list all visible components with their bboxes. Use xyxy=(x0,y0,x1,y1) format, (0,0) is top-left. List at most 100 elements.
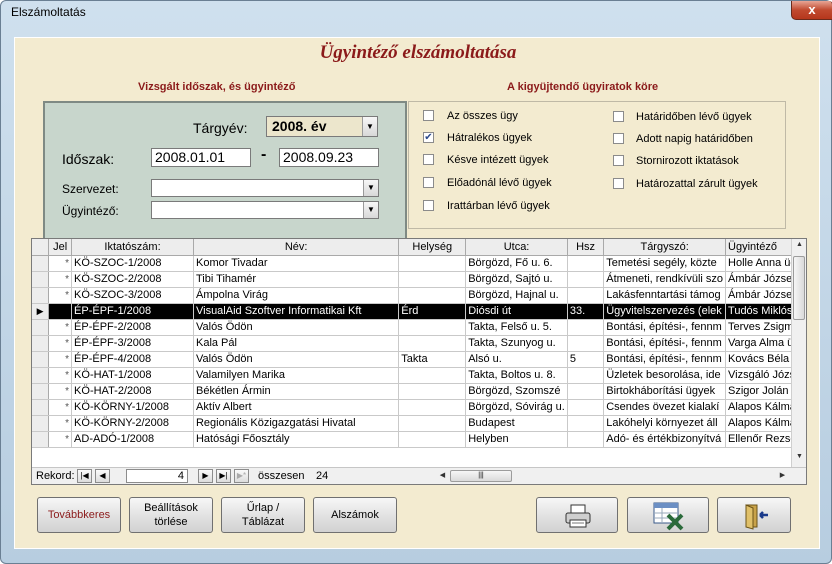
period-to-input[interactable]: 2008.09.23 xyxy=(279,148,379,167)
table-row[interactable]: * KÖ-HAT-1/2008 Valamilyen Marika Takta, Bo… xyxy=(32,367,806,384)
column-header[interactable]: Iktatószám: xyxy=(71,239,194,256)
table-cell[interactable] xyxy=(398,319,467,336)
table-cell[interactable]: Takta, Felső u. 5. xyxy=(465,319,568,336)
table-cell[interactable]: Aktív Albert xyxy=(193,399,400,416)
chevron-down-icon[interactable]: ▼ xyxy=(363,180,378,196)
records-grid[interactable]: Jel Iktatószám: Név: Helység Utca: Hsz T… xyxy=(31,238,807,485)
table-row[interactable]: * KÖ-KÖRNY-1/2008 Aktív Albert Börgözd, Sóv… xyxy=(32,399,806,416)
table-cell[interactable]: Helyben xyxy=(465,431,568,448)
table-row[interactable]: * KÖ-SZOC-3/2008 Ámpolna Virág Börgözd, Haj… xyxy=(32,287,806,304)
row-selector[interactable] xyxy=(32,287,50,304)
table-row[interactable]: * ÉP-ÉPF-2/2008 Valós Ödön Takta, Felső u. … xyxy=(32,319,806,336)
table-cell[interactable]: Valamilyen Marika xyxy=(193,367,400,384)
chevron-down-icon[interactable]: ▼ xyxy=(363,202,378,218)
table-cell[interactable]: Hatósági Főosztály xyxy=(193,431,400,448)
table-cell[interactable]: * xyxy=(48,319,73,336)
table-cell[interactable] xyxy=(398,287,467,304)
checkbox-closed-by-decision[interactable] xyxy=(613,178,624,189)
table-cell[interactable]: Érd xyxy=(398,303,467,320)
close-button[interactable]: x xyxy=(791,1,832,20)
table-cell[interactable]: Temetési segély, közte xyxy=(603,255,727,272)
table-cell[interactable]: 5 xyxy=(567,351,605,368)
year-select[interactable]: 2008. év ▼ xyxy=(266,116,378,137)
table-row[interactable]: ▶ ÉP-ÉPF-1/2008 VisualAid Szoftver Informa… xyxy=(32,303,806,320)
table-cell[interactable]: Bontási, építési-, fennm xyxy=(603,351,727,368)
table-cell[interactable] xyxy=(398,383,467,400)
table-cell[interactable]: Börgözd, Hajnal u. xyxy=(465,287,568,304)
table-cell[interactable] xyxy=(398,335,467,352)
org-select[interactable]: ▼ xyxy=(151,179,379,197)
row-selector[interactable] xyxy=(32,415,50,432)
column-header[interactable]: Utca: xyxy=(465,239,568,256)
table-row[interactable]: * AD-ADÓ-1/2008 Hatósági Főosztály Helyben A… xyxy=(32,431,806,448)
table-cell[interactable]: Börgözd, Sajtó u. xyxy=(465,271,568,288)
table-row[interactable]: * KÖ-SZOC-2/2008 Tibi Tihamér Börgözd, Sajt… xyxy=(32,271,806,288)
checkbox-overdue[interactable]: ✔ xyxy=(423,132,434,143)
row-selector[interactable] xyxy=(32,351,50,368)
table-cell[interactable]: Birtokháborítási ügyek xyxy=(603,383,727,400)
table-cell[interactable]: * xyxy=(48,255,73,272)
last-record-icon[interactable]: ▶| xyxy=(216,469,231,483)
table-cell[interactable]: KÖ-HAT-2/2008 xyxy=(71,383,194,400)
table-cell[interactable]: 33. xyxy=(567,303,605,320)
table-cell[interactable] xyxy=(567,255,605,272)
form-table-button[interactable]: Űrlap / Táblázat xyxy=(221,497,305,533)
table-row[interactable]: * ÉP-ÉPF-4/2008 Valós Ödön Takta Alsó u. 5 Bon… xyxy=(32,351,806,368)
row-selector[interactable] xyxy=(32,319,50,336)
table-cell[interactable] xyxy=(567,431,605,448)
subtotals-button[interactable]: Alszámok xyxy=(313,497,397,533)
table-cell[interactable]: Lakóhelyi környezet áll xyxy=(603,415,727,432)
column-header[interactable]: Helység xyxy=(398,239,467,256)
table-cell[interactable] xyxy=(567,287,605,304)
table-cell[interactable]: KÖ-SZOC-1/2008 xyxy=(71,255,194,272)
table-cell[interactable]: Komor Tivadar xyxy=(193,255,400,272)
reset-settings-button[interactable]: Beállítások törlése xyxy=(129,497,213,533)
table-cell[interactable]: Kala Pál xyxy=(193,335,400,352)
table-row[interactable]: * KÖ-SZOC-1/2008 Komor Tivadar Börgözd, Fő … xyxy=(32,255,806,272)
table-cell[interactable]: Békétlen Ármin xyxy=(193,383,400,400)
row-selector[interactable] xyxy=(32,255,50,272)
new-record-icon[interactable]: ▶* xyxy=(234,469,249,483)
prev-record-icon[interactable]: ◀ xyxy=(95,469,110,483)
table-row[interactable]: * KÖ-HAT-2/2008 Békétlen Ármin Börgözd, Szo… xyxy=(32,383,806,400)
table-cell[interactable]: ÉP-ÉPF-2/2008 xyxy=(71,319,194,336)
checkbox-archived[interactable] xyxy=(423,200,434,211)
checkbox-late[interactable] xyxy=(423,154,434,165)
table-cell[interactable]: ÉP-ÉPF-4/2008 xyxy=(71,351,194,368)
table-row[interactable]: * KÖ-KÖRNY-2/2008 Regionális Közigazgatási… xyxy=(32,415,806,432)
table-cell[interactable]: * xyxy=(48,431,73,448)
table-cell[interactable] xyxy=(48,303,73,320)
checkbox-with-clerk[interactable] xyxy=(423,177,434,188)
table-cell[interactable] xyxy=(567,399,605,416)
table-cell[interactable]: * xyxy=(48,287,73,304)
scroll-up-icon[interactable]: ▲ xyxy=(792,241,806,248)
checkbox-cancelled[interactable] xyxy=(613,155,624,166)
clerk-select[interactable]: ▼ xyxy=(151,201,379,219)
table-cell[interactable]: ÉP-ÉPF-3/2008 xyxy=(71,335,194,352)
table-cell[interactable]: Bontási, építési-, fennm xyxy=(603,319,727,336)
hscroll-thumb[interactable]: ||| xyxy=(450,470,512,482)
table-cell[interactable] xyxy=(398,399,467,416)
row-selector[interactable] xyxy=(32,383,50,400)
row-selector[interactable]: ▶ xyxy=(32,303,50,320)
table-cell[interactable]: Bontási, építési-, fennm xyxy=(603,335,727,352)
table-cell[interactable]: * xyxy=(48,335,73,352)
table-cell[interactable] xyxy=(567,319,605,336)
table-cell[interactable]: Diósdi út xyxy=(465,303,568,320)
record-number-input[interactable]: 4 xyxy=(126,469,188,483)
scroll-left-icon[interactable]: ◀ xyxy=(435,471,450,479)
first-record-icon[interactable]: |◀ xyxy=(77,469,92,483)
table-cell[interactable] xyxy=(398,255,467,272)
table-cell[interactable]: Börgözd, Szomszé xyxy=(465,383,568,400)
table-cell[interactable]: KÖ-HAT-1/2008 xyxy=(71,367,194,384)
table-cell[interactable]: Budapest xyxy=(465,415,568,432)
horizontal-scrollbar[interactable]: ◀ ||| ▶ xyxy=(435,470,790,482)
table-cell[interactable]: Valós Ödön xyxy=(193,351,400,368)
table-cell[interactable]: Üzletek besorolása, ide xyxy=(603,367,727,384)
table-cell[interactable] xyxy=(567,383,605,400)
table-cell[interactable]: Valós Ödön xyxy=(193,319,400,336)
chevron-down-icon[interactable]: ▼ xyxy=(362,117,377,136)
table-cell[interactable]: * xyxy=(48,367,73,384)
checkbox-in-deadline[interactable] xyxy=(613,111,624,122)
checkbox-deadline-by-day[interactable] xyxy=(613,133,624,144)
